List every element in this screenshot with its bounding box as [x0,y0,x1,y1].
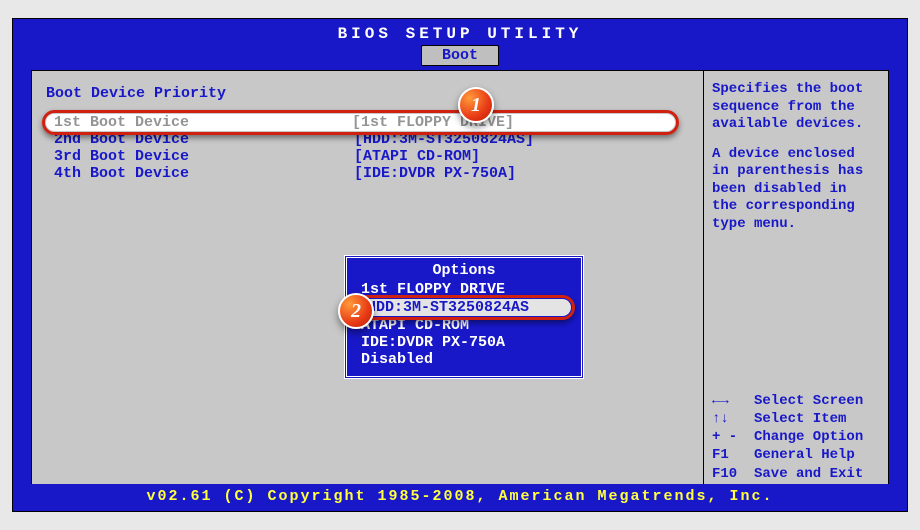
boot-row-value: [IDE:DVDR PX-750A] [354,165,516,182]
key-desc: Select Item [754,410,846,428]
boot-row-1[interactable]: 1st Boot Device [1st FLOPPY DRIVE] [46,114,675,131]
boot-row-4[interactable]: 4th Boot Device [IDE:DVDR PX-750A] [46,165,703,182]
key-desc: Change Option [754,428,863,446]
key-desc: Save and Exit [754,465,863,483]
tab-strip: Boot [13,45,907,66]
boot-row-value: [ATAPI CD-ROM] [354,148,480,165]
key: + - [712,428,754,446]
boot-row-value: [HDD:3M-ST3250824AS] [354,131,534,148]
key-desc: Select Screen [754,392,863,410]
key: F1 [712,446,754,464]
boot-row-3[interactable]: 3rd Boot Device [ATAPI CD-ROM] [46,148,703,165]
callout-badge-2: 2 [338,293,374,329]
boot-row-2[interactable]: 2nd Boot Device [HDD:3M-ST3250824AS] [46,131,703,148]
key: ←→ [712,392,754,410]
help-paragraph: Specifies the boot sequence from the ava… [712,81,880,134]
boot-row-label: 1st Boot Device [54,114,352,131]
main-area: Boot Device Priority 1st Boot Device [1s… [31,70,889,512]
options-title: Options [347,262,581,279]
help-panel: Specifies the boot sequence from the ava… [703,71,888,511]
left-panel: Boot Device Priority 1st Boot Device [1s… [32,71,703,511]
app-title: BIOS SETUP UTILITY [13,19,907,43]
key: F10 [712,465,754,483]
boot-row-label: 4th Boot Device [54,165,354,182]
option-item[interactable]: Disabled [347,351,581,368]
footer-text: v02.61 (C) Copyright 1985-2008, American… [13,484,907,511]
help-paragraph: A device enclosed in parenthesis has bee… [712,146,880,234]
section-title: Boot Device Priority [46,85,703,102]
tab-boot[interactable]: Boot [421,45,499,66]
callout-badge-1: 1 [458,87,494,123]
bios-frame: BIOS SETUP UTILITY Boot Boot Device Prio… [12,18,908,512]
boot-row-label: 2nd Boot Device [54,131,354,148]
option-item-selected[interactable]: HDD:3M-ST3250824AS [357,299,571,316]
key-desc: General Help [754,446,855,464]
key: ↑↓ [712,410,754,428]
option-item-label: HDD:3M-ST3250824AS [357,299,571,316]
options-popup: Options 1st FLOPPY DRIVE HDD:3M-ST325082… [344,255,584,379]
option-item[interactable]: 1st FLOPPY DRIVE [347,281,581,298]
boot-row-label: 3rd Boot Device [54,148,354,165]
help-text: Specifies the boot sequence from the ava… [712,81,880,245]
option-item[interactable]: ATAPI CD-ROM [347,317,581,334]
option-item[interactable]: IDE:DVDR PX-750A [347,334,581,351]
